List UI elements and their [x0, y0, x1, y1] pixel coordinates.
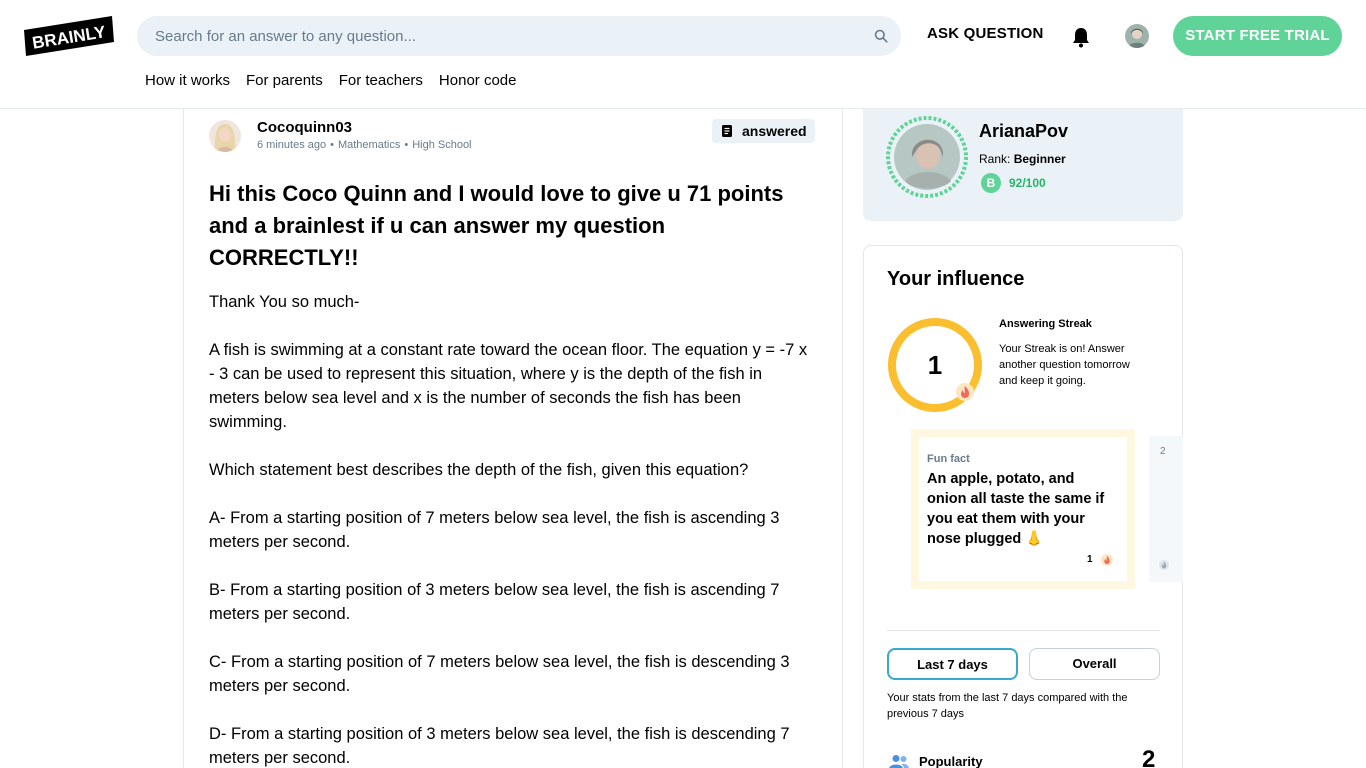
search-icon[interactable] — [874, 29, 888, 43]
popularity-value: 2 — [1142, 746, 1156, 768]
question-paragraph: Which statement best describes the depth… — [209, 461, 749, 479]
search-input[interactable] — [155, 16, 855, 56]
question-card: Cocoquinn03 6 minutes ago • Mathematics • Hi… — [183, 109, 843, 768]
profile-points: B 92/100 — [981, 173, 1046, 193]
profile-avatar[interactable] — [885, 115, 969, 199]
search-bar[interactable] — [137, 16, 901, 56]
answered-badge-label: answered — [742, 123, 807, 139]
question-paragraph: A fish is swimming at a constant rate to… — [209, 341, 808, 431]
points-icon: B — [981, 173, 1001, 193]
fire-icon — [1159, 560, 1169, 570]
next-fun-fact-card[interactable]: 2 — [1149, 436, 1183, 582]
question-meta: 6 minutes ago • Mathematics • High School — [257, 139, 472, 151]
profile-panel: ArianaPov Rank: Beginner B 92/100 — [863, 109, 1183, 221]
question-paragraph: C- From a starting position of 7 meters … — [209, 653, 790, 695]
question-paragraph: A- From a starting position of 7 meters … — [209, 509, 780, 551]
profile-name[interactable]: ArianaPov — [979, 121, 1068, 142]
fun-fact-label: Fun fact — [927, 453, 970, 465]
sub-navigation: How it works For parents For teachers Ho… — [145, 72, 516, 89]
question-paragraph: Thank You so much- — [209, 293, 360, 311]
influence-panel: Your influence 1 Answering Streak Your S… — [863, 245, 1183, 768]
profile-points-value: 92/100 — [1009, 176, 1046, 190]
fun-fact-text: An apple, potato, and onion all taste th… — [927, 471, 1105, 547]
streak-heading: Answering Streak — [999, 318, 1092, 330]
nav-for-teachers[interactable]: For teachers — [339, 72, 423, 89]
question-author-avatar[interactable] — [209, 120, 241, 152]
users-icon — [889, 755, 909, 768]
notifications-bell-icon[interactable] — [1071, 26, 1091, 48]
question-body: Thank You so much- A fish is swimming at… — [209, 290, 812, 768]
ask-question-button[interactable]: ASK QUESTION — [927, 25, 1044, 42]
tab-overall[interactable]: Overall — [1029, 648, 1160, 680]
streak-text: Your Streak is on! Answer another questi… — [999, 343, 1130, 387]
profile-rank: Rank: Beginner — [979, 152, 1066, 166]
meta-separator: • — [330, 139, 334, 151]
question-level: High School — [412, 139, 472, 151]
fun-fact-card[interactable]: Fun fact An apple, potato, and onion all… — [911, 429, 1135, 589]
question-paragraph: D- From a starting position of 3 meters … — [209, 725, 790, 767]
answered-document-icon — [722, 125, 732, 137]
question-time: 6 minutes ago — [257, 139, 327, 151]
profile-rank-label: Rank: — [979, 152, 1011, 166]
question-author-name[interactable]: Cocoquinn03 — [257, 119, 352, 136]
tab-last-7-days[interactable]: Last 7 days — [887, 648, 1018, 680]
influence-title: Your influence — [887, 268, 1025, 290]
divider — [887, 630, 1160, 631]
nav-for-parents[interactable]: For parents — [246, 72, 323, 89]
question-paragraph: B- From a starting position of 3 meters … — [209, 581, 780, 623]
top-header: BRAINLY ASK QUESTION START FREE TRIAL Ho… — [0, 0, 1366, 109]
nav-how-it-works[interactable]: How it works — [145, 72, 230, 89]
meta-separator: • — [404, 139, 409, 151]
answered-badge: answered — [712, 119, 815, 143]
fire-icon — [1101, 554, 1113, 566]
stats-note: Your stats from the last 7 days compared… — [887, 692, 1128, 720]
nav-honor-code[interactable]: Honor code — [439, 72, 517, 89]
profile-rank-value: Beginner — [1013, 152, 1066, 166]
start-free-trial-button[interactable]: START FREE TRIAL — [1173, 16, 1342, 56]
fun-fact-count: 1 — [1087, 554, 1093, 565]
fire-icon — [956, 383, 974, 401]
brainly-logo[interactable]: BRAINLY — [24, 16, 114, 56]
next-card-number: 2 — [1160, 446, 1166, 457]
user-avatar[interactable] — [1125, 24, 1149, 48]
question-title: Hi this Coco Quinn and I would love to g… — [209, 181, 784, 270]
question-subject[interactable]: Mathematics — [338, 139, 400, 151]
popularity-label: Popularity — [919, 754, 983, 768]
